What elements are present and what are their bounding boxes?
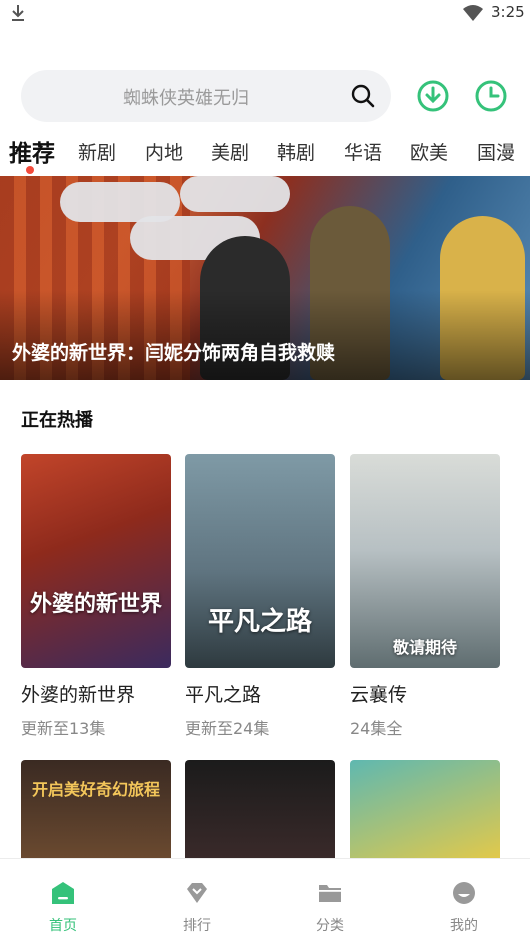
- tab-us[interactable]: 美剧: [211, 138, 249, 165]
- banner-shade: [0, 290, 530, 380]
- episode-status: 更新至24集: [185, 719, 270, 738]
- banner-caption: 外婆的新世界：闫妮分饰两角自我救赎: [12, 342, 336, 364]
- search-bar[interactable]: 蜘蛛侠英雄无归: [21, 70, 391, 122]
- clock-time: 3:25: [491, 3, 525, 21]
- tab-anime[interactable]: 国漫: [477, 138, 515, 165]
- show-title: 云襄传: [350, 684, 408, 706]
- show-card[interactable]: 平凡之路 平凡之路 更新至24集: [185, 454, 335, 738]
- tab-chinese[interactable]: 华语: [344, 138, 382, 165]
- search-placeholder[interactable]: 蜘蛛侠英雄无归: [21, 84, 351, 110]
- nav-label: 分类: [316, 918, 344, 934]
- show-title: 平凡之路: [185, 684, 262, 706]
- section-title: 正在热播: [21, 410, 93, 431]
- tab-mainland[interactable]: 内地: [145, 138, 183, 165]
- clock-icon[interactable]: [475, 80, 507, 112]
- folder-icon[interactable]: [318, 881, 342, 905]
- nav-label: 首页: [49, 918, 77, 934]
- poster-title: 外婆的新世界: [29, 592, 162, 617]
- poster[interactable]: [185, 760, 335, 860]
- banner[interactable]: 外婆的新世界：闫妮分饰两角自我救赎: [0, 176, 530, 380]
- search-icon[interactable]: [351, 84, 375, 108]
- home-icon[interactable]: [51, 881, 75, 905]
- episode-status: 24集全: [350, 719, 403, 738]
- nav-profile[interactable]: 我的: [414, 859, 514, 947]
- poster-title: 平凡之路: [207, 607, 312, 637]
- show-title: 外婆的新世界: [21, 684, 136, 706]
- category-tabs: 推荐 新剧 内地 美剧 韩剧 华语 欧美 国漫: [0, 134, 530, 176]
- nav-rank[interactable]: 排行: [147, 859, 247, 947]
- poster[interactable]: 敬请期待: [350, 454, 500, 668]
- poster-title: 开启美好奇幻旅程: [31, 780, 160, 799]
- tab-recommend[interactable]: 推荐: [9, 134, 55, 168]
- status-bar: 3:25: [0, 0, 530, 26]
- poster[interactable]: 开启美好奇幻旅程: [21, 760, 171, 860]
- wifi-icon: [463, 5, 483, 21]
- bottom-nav: 首页 排行 分类 我的: [0, 858, 530, 947]
- active-tab-indicator: [26, 166, 34, 174]
- poster[interactable]: 外婆的新世界: [21, 454, 171, 668]
- nav-home[interactable]: 首页: [13, 859, 113, 947]
- tab-korean[interactable]: 韩剧: [277, 138, 315, 165]
- nav-label: 我的: [450, 918, 478, 934]
- download-icon: [12, 5, 24, 21]
- episode-status: 更新至13集: [21, 719, 106, 738]
- download-circle-icon[interactable]: [417, 80, 449, 112]
- banner-cloud: [180, 176, 290, 212]
- tab-western[interactable]: 欧美: [410, 138, 448, 165]
- nav-label: 排行: [183, 918, 211, 934]
- rank-icon[interactable]: [185, 881, 209, 905]
- poster[interactable]: [350, 760, 500, 860]
- tab-new[interactable]: 新剧: [78, 138, 116, 165]
- poster-title: 敬请期待: [392, 638, 457, 657]
- profile-icon[interactable]: [452, 881, 476, 905]
- show-card[interactable]: 外婆的新世界 外婆的新世界 更新至13集: [21, 454, 171, 738]
- nav-category[interactable]: 分类: [280, 859, 380, 947]
- show-card[interactable]: 敬请期待 云襄传 24集全: [350, 454, 500, 738]
- poster[interactable]: 平凡之路: [185, 454, 335, 668]
